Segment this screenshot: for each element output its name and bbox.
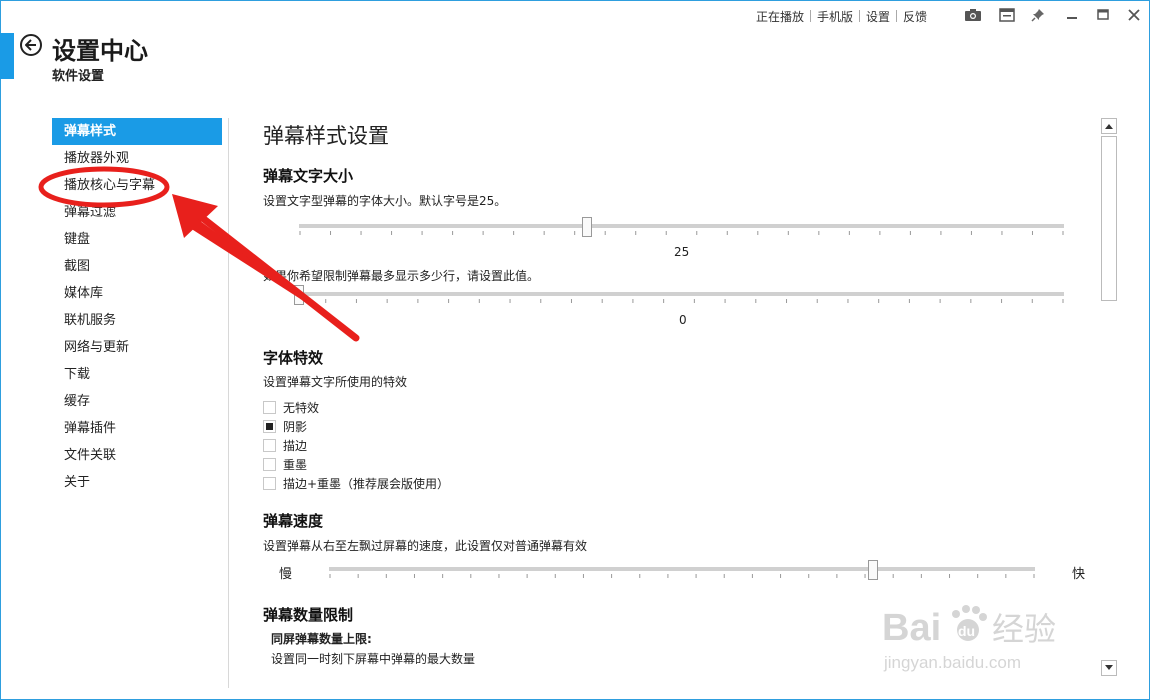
maximize-button[interactable] [1093,6,1113,24]
maximize-icon [1097,9,1109,20]
slider-ticks [294,299,1064,303]
checkbox[interactable] [263,438,276,452]
section-title: 弹幕样式设置 [263,124,389,148]
effect-option-outline[interactable]: 描边 [263,437,307,453]
pin-button[interactable] [1028,6,1048,24]
sidebar-item-cache[interactable]: 缓存 [52,388,222,415]
effect-option-outline-heavy-ink[interactable]: 描边+重墨（推荐展会版使用） [263,475,449,491]
sidebar-item-keyboard[interactable]: 键盘 [52,226,222,253]
slider-track [329,567,1035,571]
scroll-thumb[interactable] [1101,136,1117,301]
count-limit-desc: 设置同一时刻下屏幕中弹幕的最大数量 [271,652,476,666]
sidebar-item-download[interactable]: 下载 [52,361,222,388]
max-lines-slider[interactable] [294,285,1064,305]
speed-slow-label: 慢 [279,567,293,582]
sidebar-item-danmaku-plugins[interactable]: 弹幕插件 [52,415,222,442]
slider-ticks [329,574,1035,578]
checkbox-label: 描边+重墨（推荐展会版使用） [283,476,450,491]
close-icon [1128,9,1140,21]
back-button[interactable] [20,34,42,56]
effect-option-none[interactable]: 无特效 [263,399,319,415]
font-size-heading: 弹幕文字大小 [263,167,354,185]
nav-separator [810,10,812,22]
baidu-jingyan-watermark: Bai du 经验 jingyan.baidu.com [882,605,1056,672]
speed-heading: 弹幕速度 [263,512,324,530]
nav-separator [896,10,898,22]
checkbox[interactable] [263,457,276,471]
speed-desc: 设置弹幕从右至左飘过屏幕的速度，此设置仅对普通弹幕有效 [263,539,588,553]
sidebar-item-network-updates[interactable]: 网络与更新 [52,334,222,361]
pin-icon [1031,9,1044,22]
slider-thumb[interactable] [582,217,593,237]
sidebar-item-playback-core-subtitles[interactable]: 播放核心与字幕 [52,172,222,199]
sidebar: 弹幕样式 播放器外观 播放核心与字幕 弹幕过滤 键盘 截图 媒体库 联机服务 网… [52,118,222,496]
font-effect-heading: 字体特效 [263,349,324,367]
scroll-down-button[interactable] [1101,660,1117,676]
slider-track [299,224,1064,228]
count-limit-heading: 弹幕数量限制 [263,606,354,624]
font-size-slider[interactable] [299,217,1064,237]
triangle-up-icon [1105,124,1113,129]
sidebar-item-media-library[interactable]: 媒体库 [52,280,222,307]
close-button[interactable] [1124,6,1144,24]
screenshot-button[interactable] [963,6,983,24]
slider-ticks [299,231,1064,235]
watermark-du: du [958,623,975,639]
sidebar-item-danmaku-filter[interactable]: 弹幕过滤 [52,199,222,226]
accent-bar [0,33,14,79]
checkbox-label: 重墨 [283,457,308,472]
page-title: 设置中心 [52,37,148,65]
nav-separator [859,10,861,22]
mini-mode-button[interactable] [997,6,1017,24]
minimize-button[interactable] [1062,6,1082,24]
checked-mark-icon [266,422,273,430]
sidebar-item-player-appearance[interactable]: 播放器外观 [52,145,222,172]
checkbox-label: 无特效 [283,400,320,415]
sidebar-item-about[interactable]: 关于 [52,469,222,496]
count-limit-subheading: 同屏弹幕数量上限: [271,632,372,646]
nav-mobile[interactable]: 手机版 [817,8,853,25]
checkbox[interactable] [263,419,276,433]
sidebar-item-screenshot[interactable]: 截图 [52,253,222,280]
sidebar-divider [228,118,229,688]
checkbox-label: 阴影 [283,419,308,434]
scroll-up-button[interactable] [1101,118,1117,134]
watermark-jingyan: 经验 [992,610,1056,648]
checkbox[interactable] [263,400,276,414]
max-lines-value: 0 [679,313,687,327]
nav-now-playing[interactable]: 正在播放 [756,8,804,25]
watermark-url: jingyan.baidu.com [883,653,1021,672]
sidebar-item-file-associations[interactable]: 文件关联 [52,442,222,469]
slider-track [294,292,1064,296]
sidebar-item-danmaku-style[interactable]: 弹幕样式 [52,118,222,145]
speed-slider[interactable] [329,560,1035,580]
arrow-left-icon [25,39,36,51]
nav-feedback[interactable]: 反馈 [903,8,927,25]
triangle-down-icon [1105,665,1113,670]
window-mode-icon [999,8,1015,22]
page-subtitle: 软件设置 [52,69,105,84]
content-scrollbar[interactable] [1101,118,1117,676]
slider-thumb[interactable] [868,560,879,580]
effect-option-heavy-ink[interactable]: 重墨 [263,456,307,472]
checkbox-label: 描边 [283,438,308,453]
font-size-desc: 设置文字型弹幕的字体大小。默认字号是25。 [263,194,507,208]
speed-fast-label: 快 [1072,567,1086,582]
slider-thumb[interactable] [294,285,304,305]
camera-icon [965,9,981,21]
checkbox[interactable] [263,476,276,490]
effect-option-shadow[interactable]: 阴影 [263,418,307,434]
sidebar-item-online-services[interactable]: 联机服务 [52,307,222,334]
font-effect-desc: 设置弹幕文字所使用的特效 [263,375,408,389]
nav-settings[interactable]: 设置 [866,8,890,25]
top-nav: 正在播放 手机版 设置 反馈 [756,8,927,24]
watermark-bai: Bai [882,607,941,649]
max-lines-desc: 如果你希望限制弹幕最多显示多少行，请设置此值。 [263,269,540,283]
font-size-value: 25 [674,245,690,259]
minimize-icon [1067,17,1077,19]
